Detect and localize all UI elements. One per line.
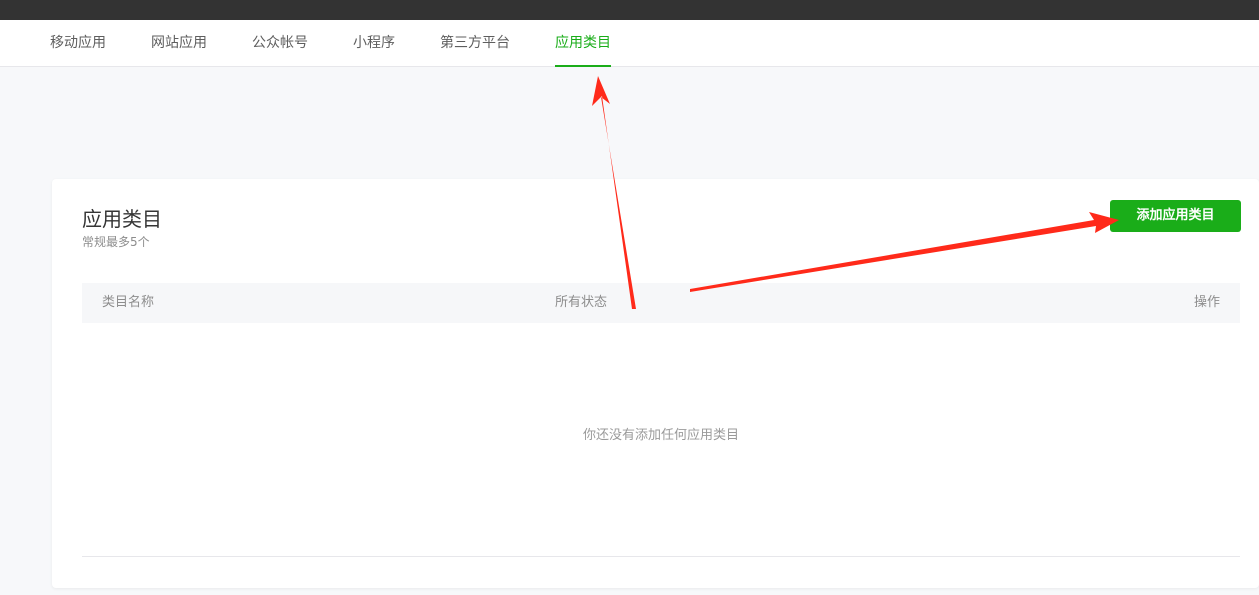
tab-mini-programs[interactable]: 小程序 bbox=[353, 20, 395, 66]
tab-bar: 移动应用 网站应用 公众帐号 小程序 第三方平台 应用类目 bbox=[0, 20, 1259, 67]
top-bar bbox=[0, 0, 1259, 20]
table-bottom-divider bbox=[82, 556, 1240, 557]
app-categories-card: 应用类目 常规最多5个 添加应用类目 类目名称 所有状态 操作 你还没有添加任何… bbox=[52, 179, 1259, 588]
column-header-status-filter[interactable]: 所有状态 bbox=[555, 283, 607, 323]
column-header-actions: 操作 bbox=[1193, 295, 1220, 310]
card-title: 应用类目 bbox=[82, 207, 162, 231]
card-subtitle: 常规最多5个 bbox=[82, 235, 150, 249]
table-header: 类目名称 所有状态 操作 bbox=[82, 283, 1240, 323]
tab-third-party-platform[interactable]: 第三方平台 bbox=[440, 20, 510, 66]
add-app-category-button[interactable]: 添加应用类目 bbox=[1110, 200, 1241, 232]
column-header-category-name: 类目名称 bbox=[102, 295, 155, 310]
tab-website-apps[interactable]: 网站应用 bbox=[151, 20, 207, 66]
empty-state-text: 你还没有添加任何应用类目 bbox=[582, 428, 739, 443]
tab-mobile-apps[interactable]: 移动应用 bbox=[50, 20, 106, 66]
tab-official-accounts[interactable]: 公众帐号 bbox=[252, 20, 308, 66]
tab-app-categories[interactable]: 应用类目 bbox=[555, 20, 611, 67]
